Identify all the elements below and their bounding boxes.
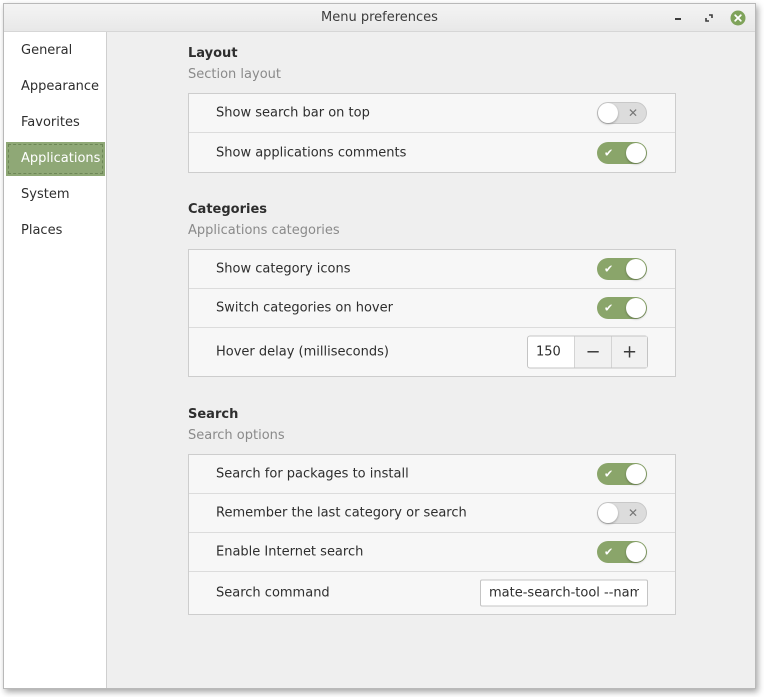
- close-icon: [730, 10, 746, 26]
- setting-row: Show search bar on top ✕: [189, 94, 675, 133]
- maximize-icon: [705, 14, 713, 22]
- applications-page: Layout Section layout Show search bar on…: [107, 32, 755, 688]
- setting-label: Show search bar on top: [216, 105, 370, 121]
- categories-panel: Show category icons ✔ Switch categories …: [188, 249, 676, 377]
- hover-delay-spinbutton[interactable]: 150 − +: [527, 335, 648, 369]
- setting-label: Switch categories on hover: [216, 300, 393, 316]
- switch-categories-on-hover-switch[interactable]: ✔: [597, 297, 647, 319]
- setting-label: Show applications comments: [216, 145, 407, 160]
- search-panel: Search for packages to install ✔ Remembe…: [188, 454, 676, 615]
- section-subtitle-categories: Applications categories: [188, 223, 340, 238]
- setting-row: Show applications comments ✔: [189, 133, 675, 172]
- sidebar-item-places[interactable]: Places: [6, 214, 105, 248]
- toggle-off-icon: ✕: [627, 106, 638, 120]
- switch-knob: [626, 259, 646, 279]
- setting-row: Enable Internet search ✔: [189, 533, 675, 572]
- toggle-off-icon: ✕: [627, 506, 638, 520]
- toggle-on-icon: ✔: [604, 262, 614, 276]
- search-command-input[interactable]: [480, 579, 648, 607]
- setting-row: Show category icons ✔: [189, 250, 675, 289]
- title-bar[interactable]: Menu preferences: [4, 4, 755, 32]
- setting-label: Enable Internet search: [216, 544, 364, 560]
- sidebar-item-general[interactable]: General: [6, 34, 105, 68]
- sidebar-item-system[interactable]: System: [6, 178, 105, 212]
- minimize-icon: [675, 18, 681, 20]
- switch-knob: [626, 142, 646, 163]
- hover-delay-value[interactable]: 150: [528, 336, 575, 368]
- section-title-categories: Categories: [188, 202, 268, 217]
- layout-panel: Show search bar on top ✕ Show applicatio…: [188, 93, 676, 173]
- setting-row: Remember the last category or search ✕: [189, 494, 675, 533]
- switch-knob: [626, 298, 646, 318]
- sidebar-item-appearance[interactable]: Appearance: [6, 70, 105, 104]
- switch-knob: [598, 103, 618, 123]
- switch-knob: [626, 464, 646, 484]
- section-title-search: Search: [188, 407, 239, 422]
- decrement-button[interactable]: −: [575, 336, 611, 368]
- window-title: Menu preferences: [321, 10, 438, 25]
- show-applications-comments-switch[interactable]: ✔: [597, 141, 647, 164]
- setting-label: Remember the last category or search: [216, 505, 467, 521]
- toggle-on-icon: ✔: [604, 146, 614, 159]
- switch-knob: [626, 542, 646, 562]
- minimize-button[interactable]: [670, 9, 688, 27]
- setting-row: Search command: [189, 572, 675, 614]
- increment-button[interactable]: +: [611, 336, 647, 368]
- menu-preferences-window: Menu preferences General Appearance Favo…: [3, 3, 756, 689]
- toggle-on-icon: ✔: [604, 301, 614, 315]
- setting-label: Show category icons: [216, 261, 351, 277]
- toggle-on-icon: ✔: [604, 467, 614, 481]
- setting-label: Search command: [216, 585, 330, 601]
- enable-internet-search-switch[interactable]: ✔: [597, 541, 647, 563]
- switch-knob: [598, 503, 618, 523]
- section-subtitle-search: Search options: [188, 428, 285, 443]
- toggle-on-icon: ✔: [604, 545, 614, 559]
- setting-row: Switch categories on hover ✔: [189, 289, 675, 328]
- setting-label: Search for packages to install: [216, 466, 409, 482]
- setting-label: Hover delay (milliseconds): [216, 344, 389, 360]
- setting-row: Hover delay (milliseconds) 150 − +: [189, 328, 675, 376]
- maximize-button[interactable]: [700, 9, 718, 27]
- show-category-icons-switch[interactable]: ✔: [597, 258, 647, 280]
- sidebar-item-favorites[interactable]: Favorites: [6, 106, 105, 140]
- section-title-layout: Layout: [188, 46, 238, 61]
- close-button[interactable]: [729, 9, 747, 27]
- sidebar-item-applications[interactable]: Applications: [6, 142, 105, 176]
- remember-last-category-switch[interactable]: ✕: [597, 502, 647, 524]
- section-subtitle-layout: Section layout: [188, 67, 281, 82]
- show-search-bar-on-top-switch[interactable]: ✕: [597, 102, 647, 124]
- setting-row: Search for packages to install ✔: [189, 455, 675, 494]
- sidebar: General Appearance Favorites Application…: [4, 32, 107, 688]
- search-for-packages-switch[interactable]: ✔: [597, 463, 647, 485]
